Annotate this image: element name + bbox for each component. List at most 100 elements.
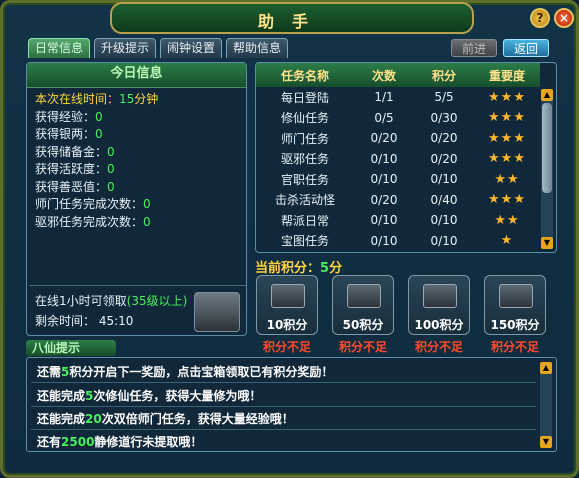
task-score: 5/5 [434,90,454,105]
back-button[interactable]: 返回 [503,39,549,57]
online-reward-chest-icon[interactable] [194,292,240,332]
stat-label: 师门任务完成次数： [35,197,144,211]
tip-text: 还能完成 [37,389,86,403]
tip-text: 静修道行未提取哦！ [94,435,203,449]
table-row: 师门任务 0/20 0/20 ★★★ [256,128,540,149]
task-count: 1/1 [374,90,394,105]
tips-scrollbar[interactable]: ▲ ▼ [540,362,552,448]
stat-label: 驱邪任务完成次数： [35,214,144,229]
task-name: 师门任务 [280,131,329,146]
stat-row: 获得活跃度：0 [35,161,158,179]
tip-text: 次双倍师门任务，获得大量经验哦！ [101,412,294,426]
stat-row: 师门任务完成次数：0 [35,196,158,214]
tip-number: 2500 [61,435,95,449]
points-unit: 分 [329,261,343,276]
table-row: 击杀活动怪 0/20 0/40 ★★★ [256,190,540,211]
chest-150[interactable]: 150积分 [484,275,546,335]
chest-label: 10积分 [266,318,308,332]
scroll-up-icon[interactable]: ▲ [541,89,553,101]
stat-row: 获得储备金：0 [35,144,158,162]
tip-text: 次修仙任务，获得大量修为哦！ [93,389,262,403]
task-count: 0/5 [374,110,394,125]
task-name: 官职任务 [280,172,329,187]
divider [31,406,536,407]
importance-stars-icon: ★★★ [488,130,526,146]
chest-icon [271,284,305,308]
remaining-time-label: 剩余时间： [35,314,96,328]
stat-value: 0 [107,144,115,159]
tab-daily-info[interactable]: 日常信息 [28,38,91,58]
reward-line: 在线1小时可领取 [35,294,127,308]
points-label: 当前积分： [255,261,321,276]
scroll-thumb[interactable] [542,103,552,193]
close-icon[interactable]: × [554,8,574,28]
table-row: 驱邪任务 0/10 0/20 ★★★ [256,149,540,170]
tip-line: 还能完成5次修仙任务，获得大量修为哦！ [37,387,261,404]
stat-row: 驱邪任务完成次数：0 [35,214,158,232]
chest-status: 积分不足 [338,340,387,354]
stat-row: 获得银两：0 [35,126,158,144]
chest-label: 100积分 [414,318,464,332]
tip-text: 积分开启下一奖励，点击宝箱领取已有积分奖励！ [69,365,334,379]
stat-value: 0 [143,197,151,211]
tab-alarm-settings[interactable]: 闹钟设置 [160,38,223,58]
chest-icon [347,284,381,308]
task-count: 0/10 [370,233,398,248]
stat-label: 获得银两： [35,127,96,141]
online-time-row: 本次在线时间：15分钟 [35,91,158,109]
task-count: 0/20 [370,131,398,146]
col-score: 积分 [414,63,474,87]
importance-stars-icon: ★★★ [488,192,526,208]
stat-label: 获得善恶值： [35,179,108,194]
online-reward: 在线1小时可领取(35级以上) 剩余时间： 45:10 [29,285,246,336]
chest-100[interactable]: 100积分 [408,275,470,335]
help-icon[interactable]: ? [530,8,550,28]
task-score: 0/30 [430,110,458,125]
reward-condition: (35级以上) [126,294,188,308]
task-count: 0/20 [370,192,398,207]
stat-value: 0 [95,109,103,124]
today-info-panel: 今日信息 本次在线时间：15分钟 获得经验：0 获得银两：0 获得储备金：0 获… [26,62,247,336]
online-reward-text: 在线1小时可领取(35级以上) [35,292,187,309]
stat-label: 获得经验： [35,109,96,124]
col-importance: 重要度 [474,63,540,87]
tip-text: 还能完成 [37,412,86,426]
chest-50[interactable]: 50积分 [332,275,394,335]
tip-line: 还有2500静修道行未提取哦！ [37,433,202,450]
scroll-down-icon[interactable]: ▼ [540,436,552,448]
table-row: 官职任务 0/10 0/10 ★★ [256,169,540,190]
tab-help-info[interactable]: 帮助信息 [226,38,289,58]
stat-row: 获得经验：0 [35,109,158,127]
tip-text: 还有 [37,435,62,449]
scroll-up-icon[interactable]: ▲ [540,362,552,374]
tip-text: 还需 [37,365,62,379]
tab-upgrade-tips[interactable]: 升级提示 [94,38,157,58]
importance-stars-icon: ★★ [494,212,520,228]
tips-header: 八仙提示 [26,340,116,356]
table-row: 每日登陆 1/1 5/5 ★★★ [256,87,540,108]
task-name: 帮派日常 [280,213,329,228]
chest-status: 积分不足 [262,340,311,354]
task-score: 0/10 [430,233,458,248]
scroll-down-icon[interactable]: ▼ [541,237,553,249]
table-row: 修仙任务 0/5 0/30 ★★★ [256,108,540,129]
task-name: 击杀活动怪 [274,193,335,208]
online-time-label: 本次在线时间： [35,92,120,106]
task-name: 宝图任务 [280,234,329,249]
tip-line: 还需5积分开启下一奖励，点击宝箱领取已有积分奖励！ [37,363,333,380]
chest-label: 50积分 [342,318,384,332]
remaining-time-value: 45:10 [98,314,134,328]
task-score: 0/10 [430,172,458,187]
table-row: 宝图任务 0/10 0/10 ★ [256,231,540,252]
task-scrollbar[interactable]: ▲ ▼ [541,89,553,249]
forward-button[interactable]: 前进 [451,39,497,57]
stat-value: 0 [107,179,115,194]
task-score: 0/10 [430,213,458,228]
chest-10[interactable]: 10积分 [256,275,318,335]
chest-icon [499,284,533,308]
task-name: 驱邪任务 [280,152,329,167]
today-info-header: 今日信息 [27,63,246,88]
title-bar: 助手 [110,2,474,34]
task-score: 0/40 [430,192,458,207]
points-value: 5 [320,261,330,276]
